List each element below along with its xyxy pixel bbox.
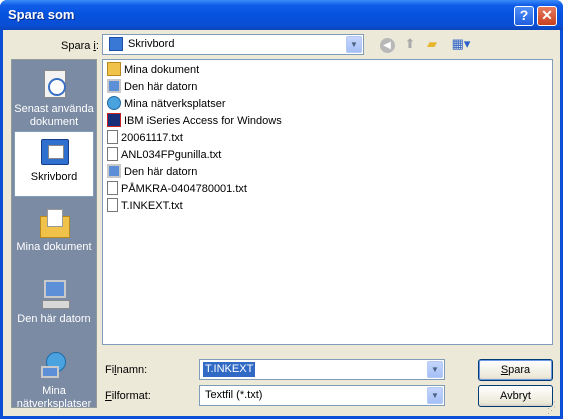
- list-item[interactable]: Mina nätverksplatser: [107, 96, 226, 113]
- desktop-icon: [38, 136, 70, 168]
- dialog-title: Spara som: [8, 7, 75, 22]
- list-item[interactable]: PÅMKRA-0404780001.txt: [107, 181, 247, 198]
- file-list[interactable]: Mina dokument Den här datorn Mina nätver…: [102, 59, 553, 345]
- save-in-label: Spara i:: [61, 40, 99, 52]
- place-network-places[interactable]: Mina nätverksplatser: [14, 350, 94, 411]
- text-file-icon: [107, 198, 118, 212]
- my-computer-icon: [38, 278, 70, 310]
- place-label: Mina nätverksplatser: [16, 385, 92, 410]
- ibm-app-icon: [107, 113, 121, 127]
- resize-grip-icon[interactable]: ⋰ ⋰: [547, 401, 558, 415]
- list-item[interactable]: T.INKEXT.txt: [107, 198, 183, 215]
- new-folder-icon[interactable]: ▰: [423, 35, 441, 53]
- chevron-down-icon[interactable]: ▼: [346, 36, 362, 53]
- save-in-value: Skrivbord: [128, 38, 175, 50]
- back-icon[interactable]: ◀: [378, 35, 396, 53]
- text-file-icon: [107, 147, 118, 161]
- folder-icon: [107, 62, 121, 76]
- list-item[interactable]: IBM iSeries Access for Windows: [107, 113, 282, 130]
- up-folder-icon[interactable]: ⬆: [401, 35, 419, 53]
- place-desktop[interactable]: Skrivbord: [14, 131, 94, 197]
- place-my-documents[interactable]: Mina dokument: [14, 206, 94, 254]
- place-label: Senast använda dokument: [14, 103, 94, 128]
- format-dropdown[interactable]: Textfil (*.txt) ▼: [199, 385, 445, 406]
- views-menu-icon[interactable]: ▦▾: [449, 35, 473, 53]
- title-bar[interactable]: Spara som ? ✕: [0, 0, 563, 30]
- list-item[interactable]: Mina dokument: [107, 62, 199, 79]
- my-documents-icon: [38, 206, 70, 238]
- filename-value[interactable]: T.INKEXT: [203, 362, 256, 377]
- places-bar: Senast använda dokument Skrivbord Mina d…: [11, 59, 97, 411]
- chevron-down-icon[interactable]: ▼: [427, 387, 443, 404]
- cancel-button[interactable]: Avbryt: [478, 385, 553, 407]
- chevron-down-icon[interactable]: ▼: [427, 361, 443, 378]
- save-as-dialog: Spara som ? ✕ Spara i: Skrivbord ▼ ◀ ⬆ ▰…: [0, 0, 563, 419]
- network-places-icon: [38, 350, 70, 382]
- computer-icon: [107, 164, 121, 178]
- recent-documents-icon: [38, 68, 70, 100]
- help-button[interactable]: ?: [514, 6, 534, 26]
- text-file-icon: [107, 181, 118, 195]
- place-label: Skrivbord: [30, 171, 78, 183]
- text-file-icon: [107, 130, 118, 144]
- place-recent-documents[interactable]: Senast använda dokument: [14, 68, 94, 129]
- list-item[interactable]: ANL034FPgunilla.txt: [107, 147, 221, 164]
- network-icon: [107, 96, 121, 110]
- place-label: Den här datorn: [17, 313, 91, 325]
- format-value: Textfil (*.txt): [205, 389, 263, 401]
- place-my-computer[interactable]: Den här datorn: [14, 278, 94, 326]
- save-in-dropdown[interactable]: Skrivbord ▼: [102, 34, 364, 55]
- computer-icon: [107, 79, 121, 93]
- close-button[interactable]: ✕: [537, 6, 557, 26]
- list-item[interactable]: Den här datorn: [107, 164, 197, 181]
- dialog-body: Spara i: Skrivbord ▼ ◀ ⬆ ▰ ▦▾ Senast anv…: [3, 30, 560, 416]
- filename-label: Filnamn:: [105, 364, 148, 376]
- save-button[interactable]: Spara: [478, 359, 553, 381]
- format-label: Filformat:: [105, 390, 151, 402]
- list-item[interactable]: 20061117.txt: [107, 130, 183, 147]
- list-item[interactable]: Den här datorn: [107, 79, 197, 96]
- desktop-small-icon: [109, 37, 123, 51]
- filename-field[interactable]: T.INKEXT ▼: [199, 359, 445, 380]
- place-label: Mina dokument: [16, 241, 92, 253]
